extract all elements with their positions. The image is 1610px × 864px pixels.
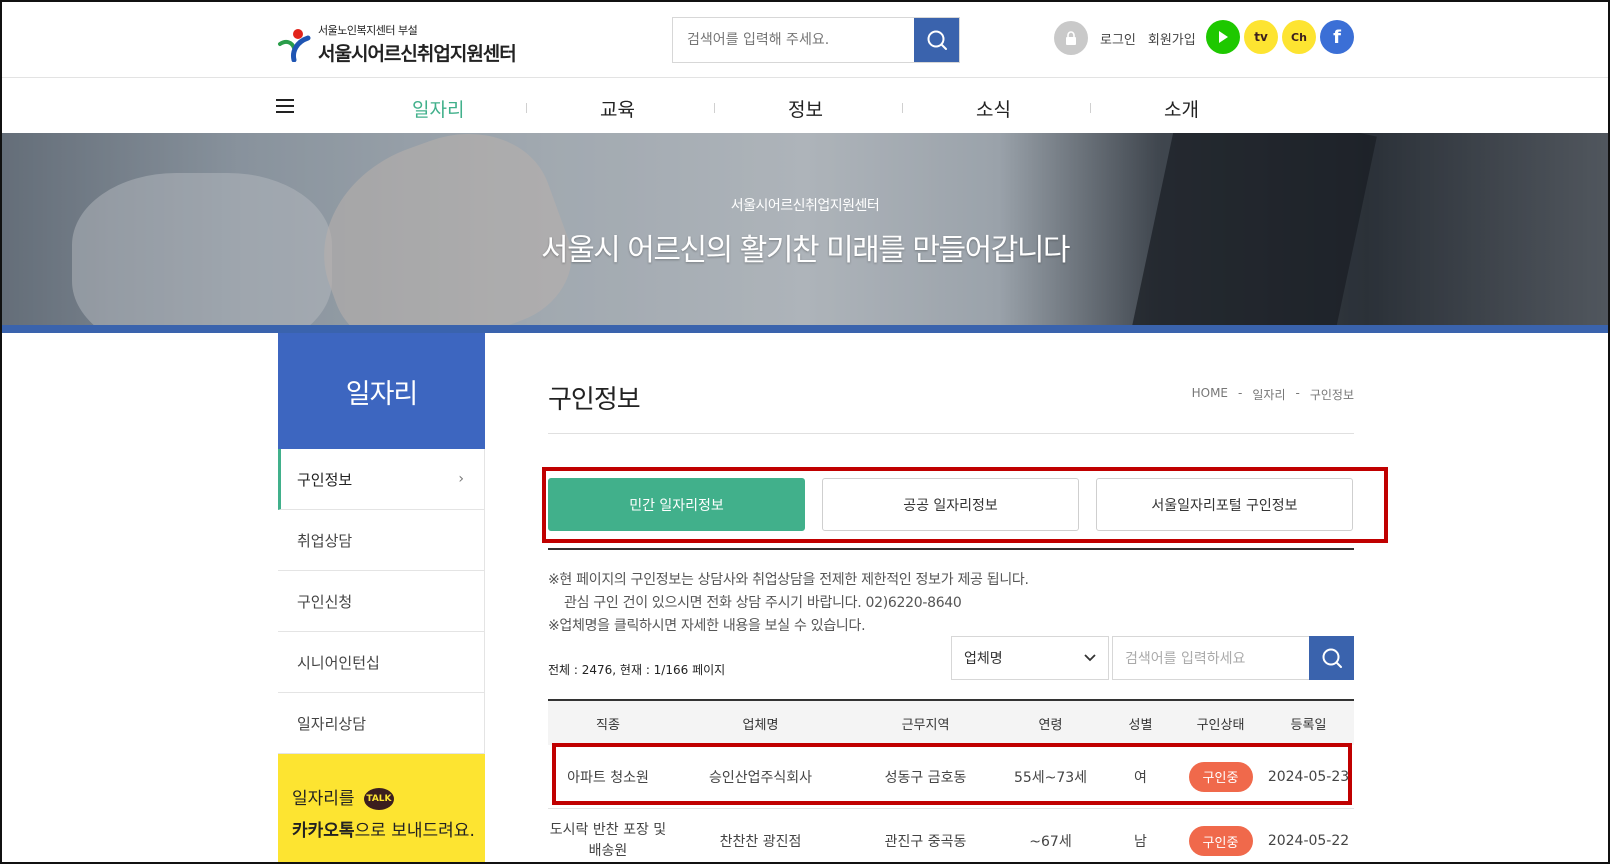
select-value: 업체명 xyxy=(964,651,1003,667)
column-header-status: 구인상태 xyxy=(1196,717,1245,733)
kakao-promo-bold: 카카오톡 xyxy=(292,821,355,841)
table-header: 직종 업체명 근무지역 연령 성별 구인상태 등록일 xyxy=(548,699,1354,745)
nav-divider xyxy=(902,103,903,113)
status-badge: 구인중 xyxy=(1188,826,1253,856)
kakao-promo-line2: 으로 보내드려요. xyxy=(354,821,475,841)
column-header-age: 연령 xyxy=(1038,717,1063,733)
sidebar-item-label: 시니어인턴십 xyxy=(297,653,380,672)
header-search xyxy=(672,17,960,63)
breadcrumb-current: 구인정보 xyxy=(1309,388,1354,402)
site-header: 서울노인복지센터 부설 서울시어르신취업지원센터 로그인 회원가입 xyxy=(2,2,1608,78)
title-divider xyxy=(548,433,1354,434)
header-search-button[interactable] xyxy=(914,18,959,62)
logo-title: 서울시어르신취업지원센터 xyxy=(318,43,517,65)
column-header-job-type: 직종 xyxy=(596,717,620,733)
kakao-promo-banner[interactable]: 일자리를 TALK 카카오톡으로 보내드려요. xyxy=(278,754,485,862)
sidebar-item-career-counseling[interactable]: 취업상담 xyxy=(278,510,485,571)
cell-age: ~67세 xyxy=(1029,834,1072,850)
chevron-down-icon xyxy=(1084,654,1096,662)
sns-links: tv Ch f xyxy=(1206,20,1354,54)
lock-icon xyxy=(1054,21,1088,55)
sidebar-item-label: 일자리상담 xyxy=(297,714,367,733)
login-link[interactable]: 로그인 xyxy=(1100,29,1136,48)
banner-subtitle: 서울시어르신취업지원센터 xyxy=(730,198,880,214)
notice-text: ※현 페이지의 구인정보는 상담사와 취업상담을 전제한 제한적인 정보가 제공… xyxy=(548,569,1029,638)
kakao-promo-line1: 일자리를 xyxy=(292,789,355,809)
list-search-button[interactable] xyxy=(1309,636,1354,680)
sidebar-item-senior-internship[interactable]: 시니어인턴십 xyxy=(278,632,485,693)
nav-item-news[interactable]: 소식 xyxy=(976,95,1011,122)
list-search-input[interactable]: 검색어를 입력하세요 xyxy=(1112,636,1310,680)
member-links: 로그인 회원가입 xyxy=(1054,21,1196,55)
column-header-location: 근무지역 xyxy=(901,717,950,733)
cell-company-link[interactable]: 찬찬찬 광진점 xyxy=(668,831,853,851)
nav-item-about[interactable]: 소개 xyxy=(1164,95,1199,122)
sidebar-item-label: 취업상담 xyxy=(297,531,353,550)
row-highlight-box xyxy=(552,743,1352,805)
search-field-select[interactable]: 업체명 xyxy=(951,636,1109,680)
nav-item-info[interactable]: 정보 xyxy=(788,95,823,122)
header-search-input[interactable] xyxy=(673,18,914,62)
notice-line: 관심 구인 건이 있으시면 전화 상담 주시기 바랍니다. 02)6220-86… xyxy=(564,595,962,611)
notice-line: ※업체명을 클릭하시면 자세한 내용을 보실 수 있습니다. xyxy=(548,618,866,634)
breadcrumb-separator: - xyxy=(1295,386,1300,400)
sidebar-title: 일자리 xyxy=(278,333,485,449)
sidebar-item-job-listings[interactable]: 구인정보 › xyxy=(278,449,485,510)
kakao-channel-icon[interactable]: Ch xyxy=(1282,20,1316,54)
kakao-talk-icon: TALK xyxy=(363,788,394,810)
page-frame: 서울노인복지센터 부설 서울시어르신취업지원센터 로그인 회원가입 xyxy=(0,0,1610,864)
notice-line: ※현 페이지의 구인정보는 상담사와 취업상담을 전제한 제한적인 정보가 제공… xyxy=(548,572,1029,588)
cell-job-type: 도시락 반찬 포장 및 배송원 xyxy=(549,822,667,859)
breadcrumb: HOME - 일자리 - 구인정보 xyxy=(1192,386,1354,403)
banner-title: 서울시 어르신의 활기찬 미래를 만들어갑니다 xyxy=(540,233,1071,268)
nav-divider xyxy=(714,103,715,113)
column-header-gender: 성별 xyxy=(1128,717,1153,733)
logo-icon xyxy=(276,26,312,63)
main-navigation: 일자리 교육 정보 소식 소개 xyxy=(2,79,1608,133)
youtube-play-icon[interactable] xyxy=(1206,20,1240,54)
cell-location: 관진구 중곡동 xyxy=(884,834,967,850)
sidebar-item-label: 구인정보 xyxy=(297,470,353,489)
banner-divider xyxy=(2,325,1608,333)
sidebar-item-label: 구인신청 xyxy=(297,592,353,611)
chevron-right-icon: › xyxy=(458,471,464,487)
hamburger-menu-icon[interactable] xyxy=(276,99,294,117)
nav-item-education[interactable]: 교육 xyxy=(600,95,635,122)
total-count: 전체 : 2476, 현재 : 1/166 페이지 xyxy=(548,663,726,677)
column-header-company: 업체명 xyxy=(742,717,779,733)
sidebar-item-job-consult[interactable]: 일자리상담 xyxy=(278,693,485,754)
facebook-icon[interactable]: f xyxy=(1320,20,1354,54)
nav-divider xyxy=(1090,103,1091,113)
breadcrumb-separator: - xyxy=(1238,386,1243,400)
page-title: 구인정보 xyxy=(548,385,641,415)
search-icon xyxy=(1322,648,1342,668)
cell-date: 2024-05-22 xyxy=(1267,833,1350,849)
tabs-divider xyxy=(548,548,1354,550)
hero-banner: 서울시어르신취업지원센터 서울시 어르신의 활기찬 미래를 만들어갑니다 xyxy=(2,133,1608,325)
tabs-highlight-box xyxy=(542,467,1388,543)
nav-divider xyxy=(526,103,527,113)
column-header-date: 등록일 xyxy=(1290,717,1327,733)
nav-item-jobs[interactable]: 일자리 xyxy=(412,95,464,122)
sidebar: 일자리 구인정보 › 취업상담 구인신청 시니어인턴십 일자리상담 일자리를 T… xyxy=(278,333,485,862)
site-logo[interactable]: 서울노인복지센터 부설 서울시어르신취업지원센터 xyxy=(276,22,517,66)
cell-gender: 남 xyxy=(1134,834,1147,850)
breadcrumb-jobs[interactable]: 일자리 xyxy=(1252,386,1285,403)
search-icon xyxy=(927,30,947,50)
breadcrumb-home[interactable]: HOME xyxy=(1192,386,1228,403)
signup-link[interactable]: 회원가입 xyxy=(1148,29,1196,48)
table-row[interactable]: 도시락 반찬 포장 및 배송원 찬찬찬 광진점 관진구 중곡동 ~67세 남 구… xyxy=(548,809,1354,862)
logo-subtitle: 서울노인복지센터 부설 xyxy=(318,24,418,37)
kakao-tv-icon[interactable]: tv xyxy=(1244,20,1278,54)
sidebar-item-job-request[interactable]: 구인신청 xyxy=(278,571,485,632)
